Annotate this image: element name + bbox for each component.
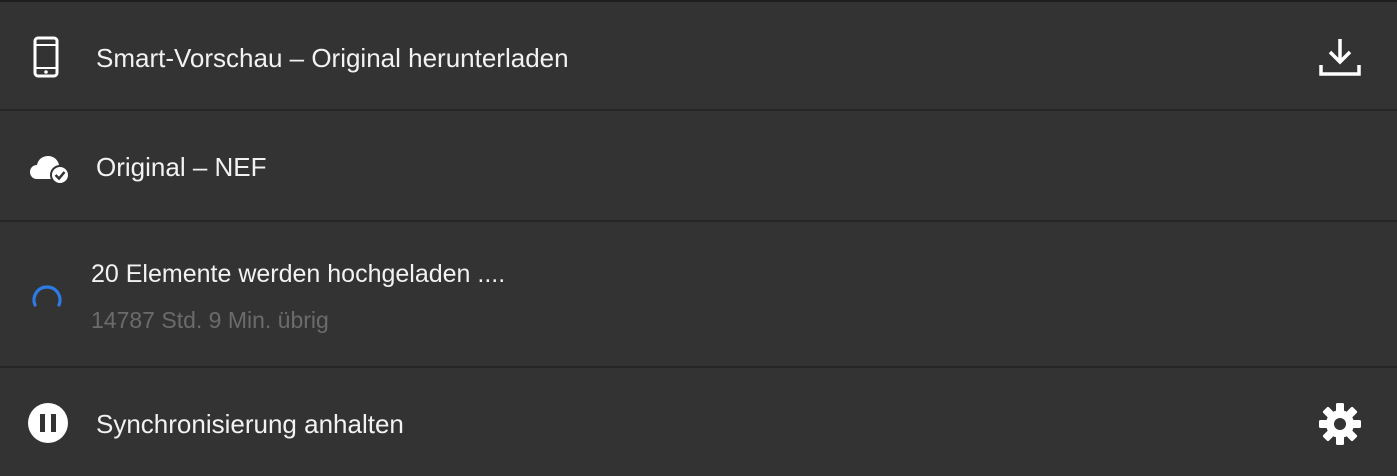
pause-sync-row[interactable]: Synchronisierung anhalten <box>0 368 1397 476</box>
pause-sync-label: Synchronisierung anhalten <box>96 409 404 439</box>
loading-spinner-icon <box>32 285 62 307</box>
original-label: Original – NEF <box>96 152 267 182</box>
smart-preview-row[interactable]: Smart-Vorschau – Original herunterladen <box>0 2 1397 111</box>
upload-status-label: 20 Elemente werden hochgeladen .... <box>91 260 506 288</box>
upload-status-row: 20 Elemente werden hochgeladen .... 1478… <box>0 222 1397 368</box>
gear-icon[interactable] <box>1318 402 1362 446</box>
original-row: Original – NEF <box>0 111 1397 222</box>
sync-status-panel: Smart-Vorschau – Original herunterladen … <box>0 0 1397 476</box>
phone-icon <box>33 36 59 78</box>
smart-preview-label: Smart-Vorschau – Original herunterladen <box>96 43 569 73</box>
download-icon[interactable] <box>1318 37 1362 77</box>
upload-remaining-time: 14787 Std. 9 Min. übrig <box>91 307 329 333</box>
cloud-check-icon <box>30 156 70 185</box>
pause-icon <box>28 403 68 443</box>
